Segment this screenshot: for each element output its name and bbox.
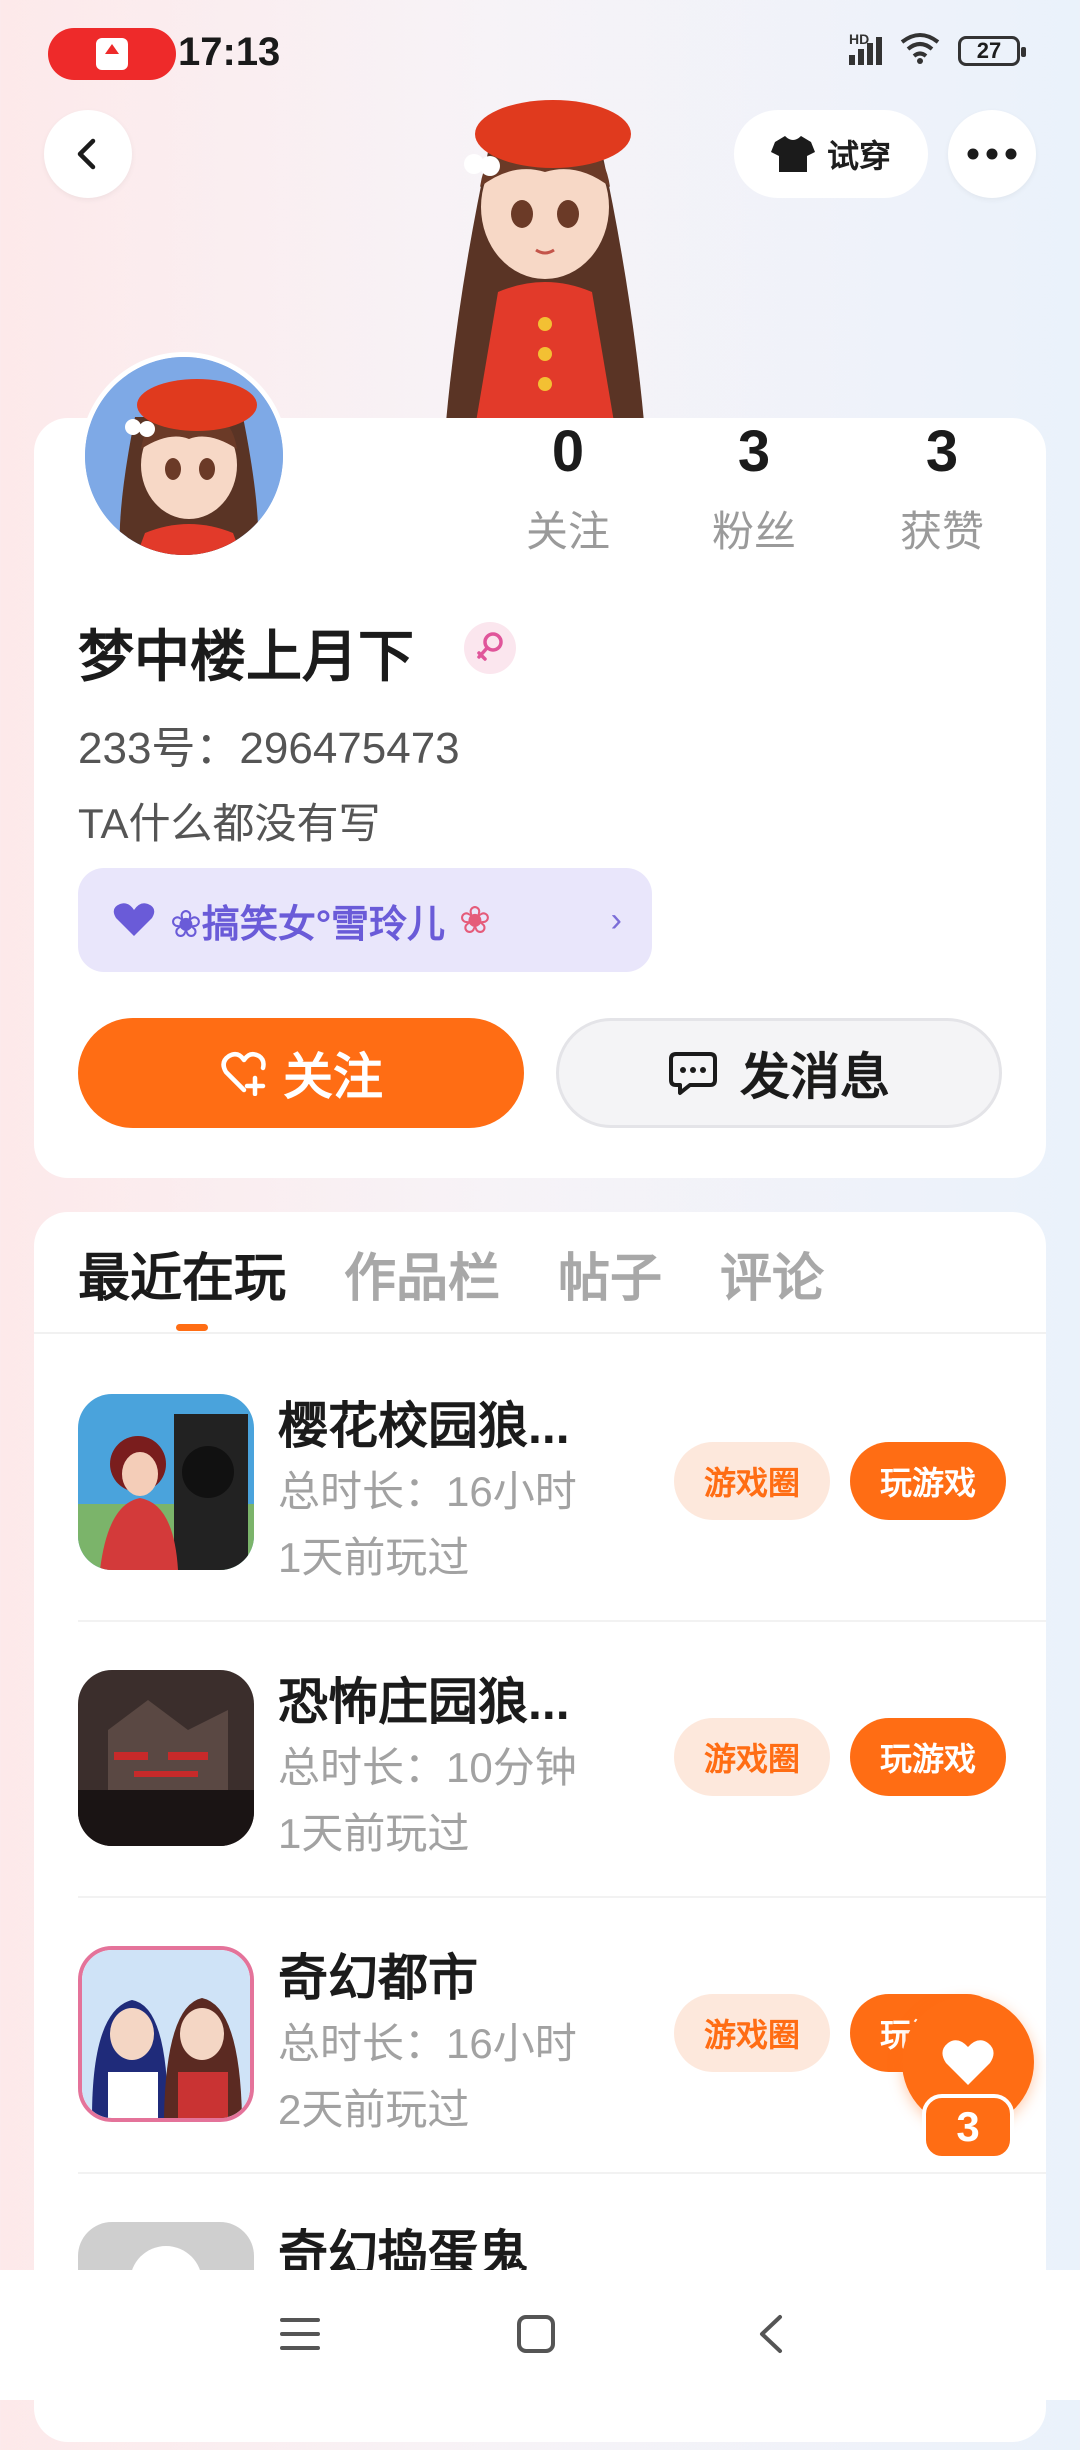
game-last-played: 2天前玩过: [278, 2086, 470, 2133]
game-circle-button[interactable]: 游戏圈: [674, 1994, 830, 2072]
play-game-button[interactable]: 玩游戏: [850, 1442, 1006, 1520]
stat-likes[interactable]: 3 获赞: [872, 420, 1012, 559]
user-id: 233号：296475473: [78, 724, 460, 773]
avatar[interactable]: [80, 352, 288, 560]
username: 梦中楼上月下: [78, 625, 414, 688]
back-icon: [77, 138, 96, 170]
list-item[interactable]: 恐怖庄园狼... 总时长：10分钟 1天前玩过 游戏圈 玩游戏: [34, 1622, 1046, 1898]
chat-icon: [669, 1052, 717, 1095]
follow-button[interactable]: 关注: [78, 1018, 524, 1128]
club-badge[interactable]: ❀搞笑女°雪玲儿 ❀ ›: [78, 868, 652, 972]
stat-followers-label: 粉丝: [711, 508, 796, 555]
game-title: 樱花校园狼...: [278, 1398, 570, 1454]
tab-posts[interactable]: 帖子: [558, 1236, 662, 1311]
game-circle-button[interactable]: 游戏圈: [674, 1718, 830, 1796]
stat-likes-label: 获赞: [899, 508, 984, 555]
stat-following[interactable]: 0 关注: [498, 420, 638, 559]
game-duration: 总时长：10分钟: [278, 1744, 577, 1791]
send-message-button[interactable]: 发消息: [556, 1018, 1002, 1128]
follow-label: 关注: [283, 1049, 383, 1105]
play-game-button[interactable]: 玩游戏: [850, 1718, 1006, 1796]
game-last-played: 1天前玩过: [278, 1810, 470, 1857]
tab-comments[interactable]: 评论: [720, 1236, 824, 1311]
avatar-3d-figure[interactable]: [418, 92, 672, 422]
nav-back-icon[interactable]: [756, 2314, 786, 2359]
club-name: ❀搞笑女°雪玲儿: [170, 903, 446, 946]
game-icon: [78, 1670, 254, 1846]
list-item[interactable]: 奇幻都市 总时长：16小时 2天前玩过 游戏圈 玩游戏: [34, 1898, 1046, 2174]
stat-followers[interactable]: 3 粉丝: [684, 420, 824, 559]
game-title: 恐怖庄园狼...: [278, 1674, 570, 1730]
shirt-icon: [770, 136, 815, 172]
system-navigation-bar: [0, 2270, 1080, 2400]
game-icon: [78, 1394, 254, 1570]
menu-icon[interactable]: [280, 2316, 320, 2357]
like-count-badge: 3: [922, 2094, 1014, 2160]
hd-label: HD: [849, 30, 870, 47]
stat-followers-count: 3: [737, 419, 771, 484]
chevron-right-icon: ›: [610, 900, 622, 939]
battery-indicator: 27: [958, 35, 1026, 66]
tabs-divider: [34, 1332, 1046, 1334]
game-last-played: 1天前玩过: [278, 1534, 470, 1581]
list-item[interactable]: 樱花校园狼... 总时长：16小时 1天前玩过 游戏圈 玩游戏: [34, 1346, 1046, 1622]
flower-icon: ❀: [459, 899, 491, 942]
try-on-label: 试穿: [826, 138, 891, 174]
stat-following-label: 关注: [525, 508, 610, 555]
tab-recent-play[interactable]: 最近在玩: [78, 1236, 286, 1311]
stat-following-count: 0: [551, 419, 585, 484]
message-label: 发消息: [740, 1049, 890, 1105]
follow-heart-icon: [221, 1051, 266, 1096]
game-circle-button[interactable]: 游戏圈: [674, 1442, 830, 1520]
game-icon: [78, 1946, 254, 2122]
stat-likes-count: 3: [925, 419, 959, 484]
status-time: 17:13: [178, 30, 281, 74]
record-icon: [96, 38, 128, 70]
heart-icon: [942, 2040, 994, 2085]
active-tab-indicator: [176, 1324, 208, 1331]
signal-icon: HD: [849, 31, 882, 65]
more-button[interactable]: [948, 110, 1036, 198]
game-duration: 总时长：16小时: [278, 1468, 577, 1515]
wifi-icon: [900, 32, 940, 69]
tab-works[interactable]: 作品栏: [344, 1236, 500, 1311]
more-icon: [967, 148, 1017, 160]
user-bio: TA什么都没有写: [78, 800, 381, 847]
screen-record-indicator[interactable]: [48, 28, 176, 80]
try-on-button[interactable]: 试穿: [734, 110, 928, 198]
profile-tabs: 最近在玩 作品栏 帖子 评论: [78, 1236, 824, 1311]
back-button[interactable]: [44, 110, 132, 198]
home-square-icon[interactable]: [516, 2314, 556, 2359]
heart-icon: [113, 903, 155, 936]
game-title: 奇幻都市: [278, 1950, 478, 2006]
game-duration: 总时长：16小时: [278, 2020, 577, 2067]
female-icon: [464, 622, 516, 674]
